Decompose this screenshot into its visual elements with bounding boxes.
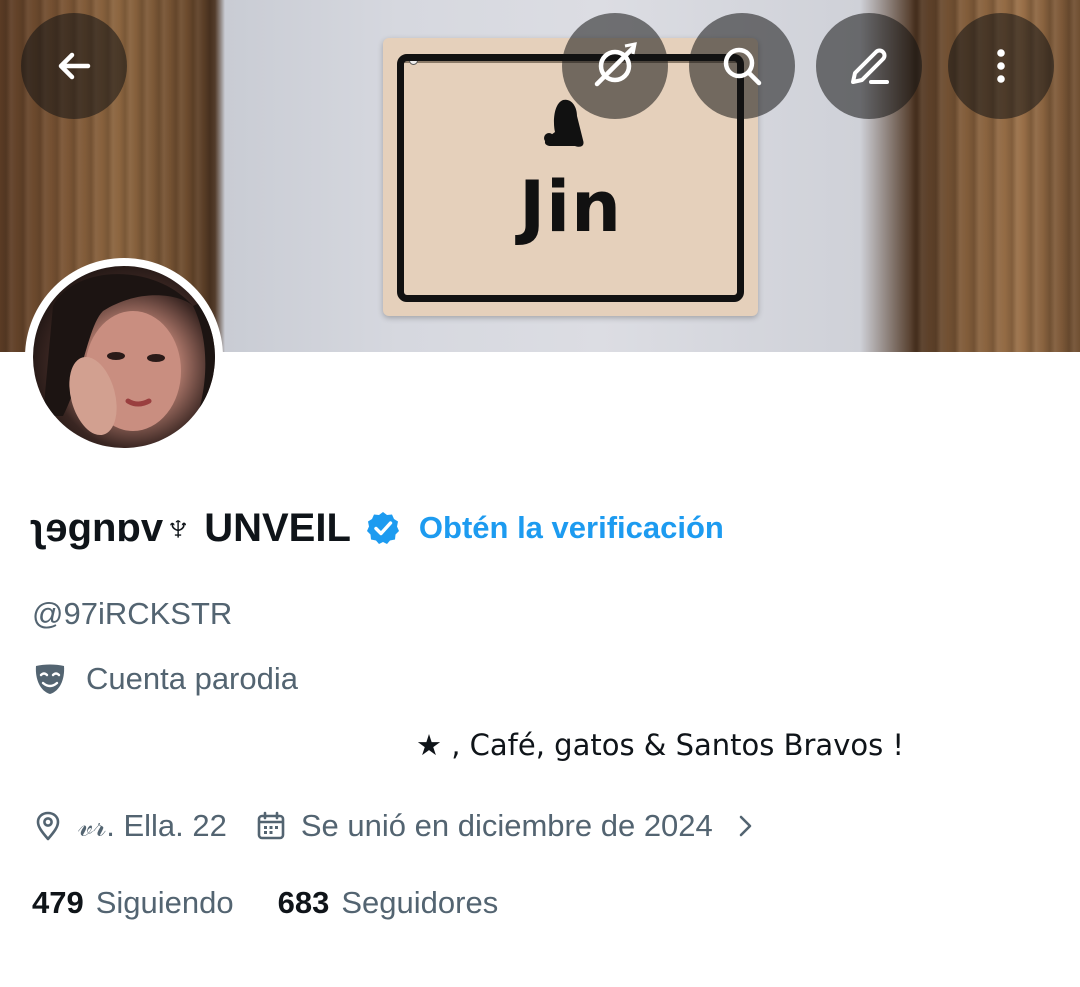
avatar[interactable] [25,258,223,456]
display-name: ʅɘgnɒv♆ UNVEIL [32,505,351,550]
verified-icon[interactable] [365,510,401,546]
follow-stats: 479 Siguiendo 683 Seguidores [32,882,498,924]
following-count: 479 [32,885,84,920]
pencil-icon [851,48,889,84]
theater-mask-icon [35,664,65,694]
user-handle: @97iRCKSTR [32,596,233,631]
followers-link[interactable]: 683 Seguidores [278,885,499,921]
location-text: 𝓋𝓇. Ella. 22 [78,807,227,843]
search-button[interactable] [689,13,795,119]
profile-meta-row: 𝓋𝓇. Ella. 22 Se unió en diciembre de 202… [32,806,759,846]
parody-label-row[interactable]: Cuenta parodia [32,660,298,698]
sign-text: Jin [519,166,622,248]
avatar-portrait [43,274,215,448]
back-button[interactable] [21,13,127,119]
search-icon [723,47,762,86]
bio-text: ★ , Café, gatos & Santos Bravos ! [416,728,905,762]
calendar-icon [257,811,285,840]
chevron-right-icon[interactable] [731,812,759,840]
arrow-left-icon [58,52,91,80]
location-icon [36,811,60,841]
edit-button[interactable] [816,13,922,119]
more-vertical-icon [997,49,1005,83]
following-link[interactable]: 479 Siguiendo [32,885,234,921]
profile-name-row: ʅɘgnɒv♆ UNVEIL Obtén la verificación [32,500,724,556]
avatar-image [33,266,215,448]
joined-date[interactable]: Se unió en diciembre de 2024 [301,808,713,844]
more-options-button[interactable] [948,13,1054,119]
followers-count: 683 [277,885,330,920]
profile-bio: ★ , Café, gatos & Santos Bravos ! [0,728,1080,762]
grok-button[interactable] [562,13,668,119]
grok-icon [594,42,637,87]
followers-label: Seguidores [341,885,499,920]
get-verified-link[interactable]: Obtén la verificación [419,510,724,546]
parody-label: Cuenta parodia [86,661,298,696]
following-label: Siguiendo [95,885,234,920]
